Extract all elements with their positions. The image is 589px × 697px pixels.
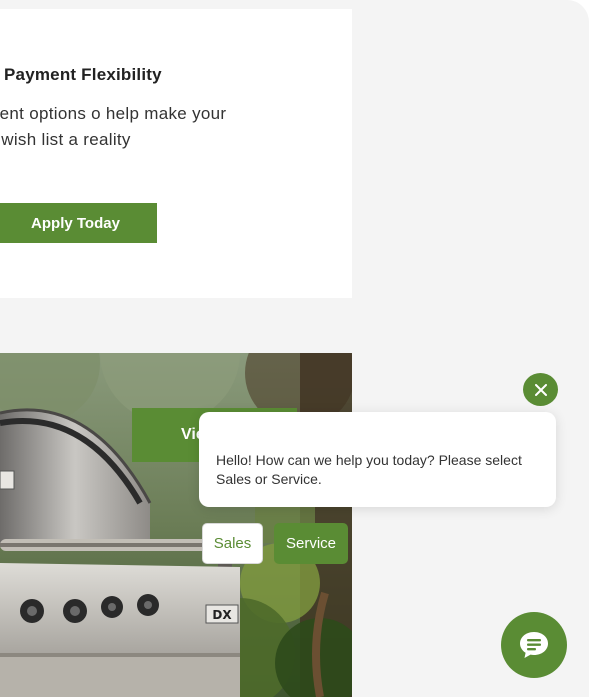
close-icon [534, 383, 547, 396]
promo-title: Payment Flexibility [4, 65, 162, 84]
chat-service-option[interactable]: Service [274, 523, 348, 564]
page: Payment Flexibility exible payment optio… [0, 0, 589, 697]
chat-sales-option[interactable]: Sales [202, 523, 263, 564]
payment-promo-card: Payment Flexibility exible payment optio… [0, 9, 352, 298]
chat-icon [520, 632, 548, 658]
chat-message-bubble: Hello! How can we help you today? Please… [199, 412, 556, 507]
chat-close-button[interactable] [523, 373, 558, 406]
apply-today-button[interactable]: Apply Today [0, 203, 157, 243]
promo-text: exible payment options o help make your … [0, 104, 227, 149]
svg-text:DX: DX [212, 608, 232, 622]
chat-launcher-button[interactable] [501, 612, 567, 678]
chat-message-text: Hello! How can we help you today? Please… [216, 452, 522, 487]
